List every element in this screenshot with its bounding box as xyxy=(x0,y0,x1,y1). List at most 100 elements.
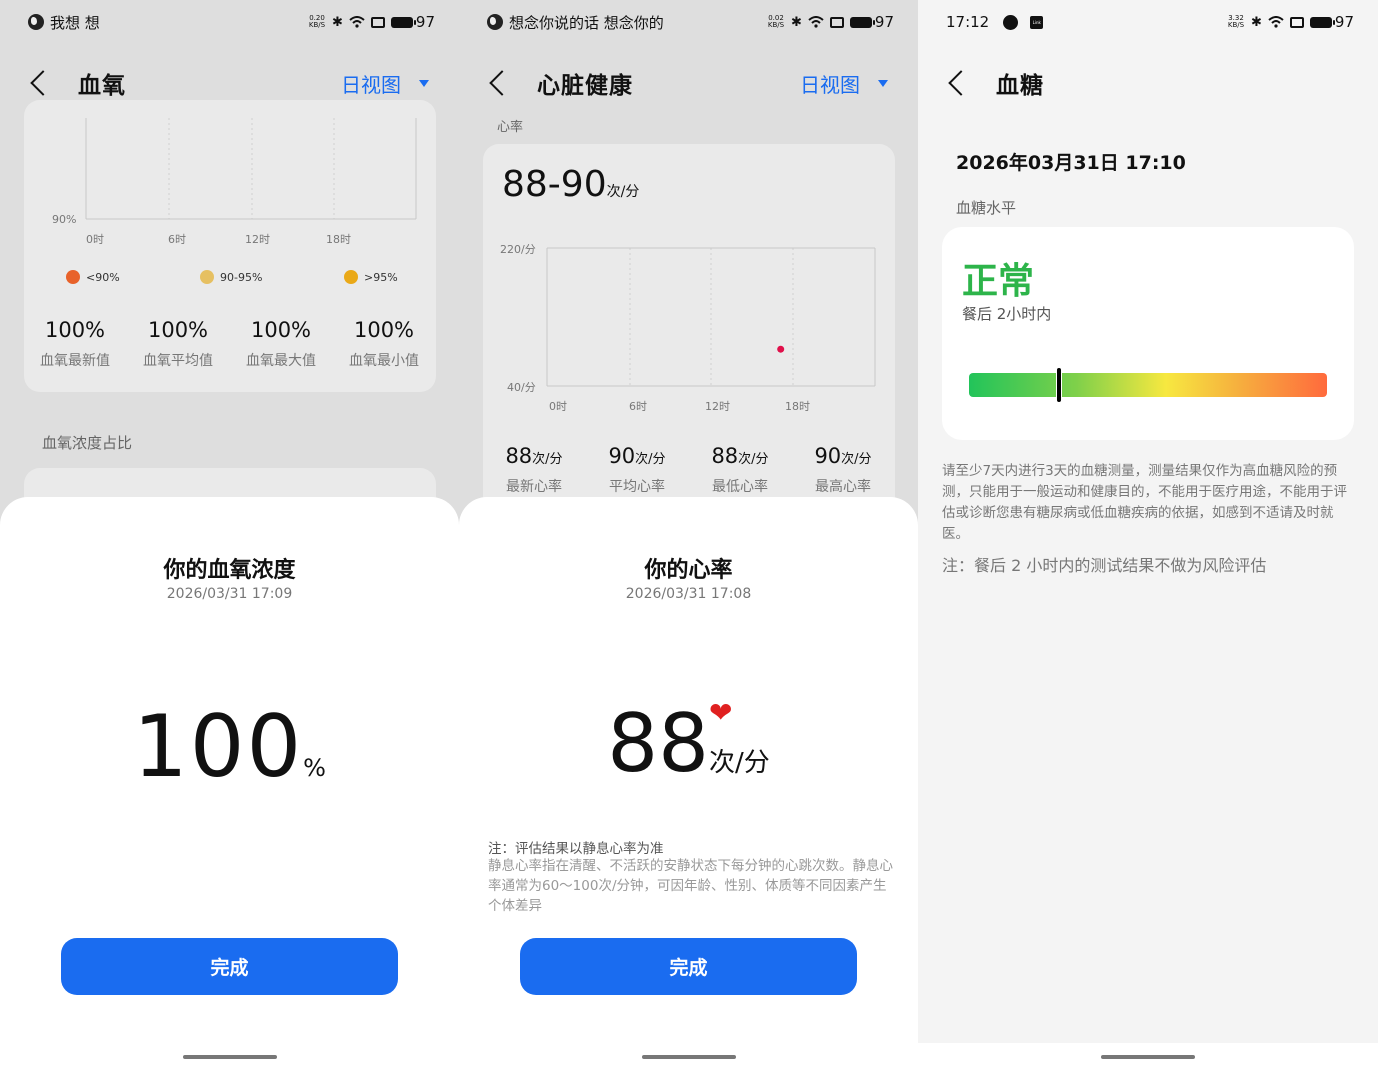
disclaimer-note: 请至少7天内进行3天的血糖测量，测量结果仅作为高血糖风险的预测，只能用于一般运动… xyxy=(942,463,1347,542)
battery-icon xyxy=(1309,16,1335,28)
x-tick-label: 18时 xyxy=(326,233,351,246)
stat-latest-hr: 88次/分 最新心率 xyxy=(505,444,563,495)
x-tick-label: 12时 xyxy=(245,233,270,246)
back-arrow-icon[interactable] xyxy=(30,70,56,96)
view-selector-label: 日视图 xyxy=(800,72,860,97)
y-axis-top-label: 220/分 xyxy=(500,243,536,256)
heart-rate-point xyxy=(777,345,785,353)
done-button[interactable]: 完成 xyxy=(61,938,398,995)
result-sheet: 你的血氧浓度 2026/03/31 17:09 100% 完成 xyxy=(0,497,459,1073)
result-subtitle: 餐后 2小时内 xyxy=(962,305,1052,323)
secondary-note: 注：餐后 2 小时内的测试结果不做为风险评估 xyxy=(942,556,1267,575)
net-speed: 3.32 KB/S xyxy=(1227,14,1245,29)
dropdown-arrow-icon xyxy=(878,79,888,87)
section-title: 血氧浓度占比 xyxy=(42,434,133,452)
wifi-icon xyxy=(808,16,824,28)
home-indicator[interactable] xyxy=(182,1055,277,1059)
result-sheet: 你的心率 2026/03/31 17:08 88 ❤ 次/分 注：评估结果以静息… xyxy=(459,497,918,1073)
stat-min: 100% 血氧最小值 xyxy=(349,318,419,369)
x-tick-label: 6时 xyxy=(168,233,186,246)
battery-icon xyxy=(849,16,875,28)
oxygen-value: 100 xyxy=(133,697,304,797)
x-tick-label: 6时 xyxy=(629,400,647,413)
sheet-title: 你的心率 xyxy=(644,558,733,583)
bottom-bar xyxy=(918,1043,1378,1073)
status-left-text: 想念你说的话 想念你的 xyxy=(509,13,664,32)
view-selector[interactable]: 日视图 xyxy=(800,69,888,98)
screen-cast-icon xyxy=(1289,16,1304,28)
bluetooth-icon: ✱ xyxy=(791,14,802,30)
page-header: 血糖 xyxy=(918,56,1378,110)
measurement-date: 2026年03月31日 17:10 xyxy=(956,152,1186,174)
page-title: 血氧 xyxy=(78,73,126,99)
oxygen-chart: 90% 0时 6时 12时 18时 xyxy=(52,118,417,246)
heart-rate-value: 88 xyxy=(607,697,710,790)
x-tick-label: 0时 xyxy=(86,233,104,246)
battery-icon xyxy=(390,16,416,28)
x-tick-label: 12时 xyxy=(705,400,730,413)
legend-dot xyxy=(200,270,214,284)
legend-item: 90-95% xyxy=(200,270,262,284)
legend-dot xyxy=(344,270,358,284)
heart-rate-card: 88-90次/分 220/分 40/分 0时 6时 12时 18时 88次/分 … xyxy=(483,144,895,524)
stat-average-hr: 90次/分 平均心率 xyxy=(608,444,666,495)
oxygen-chart-card: 90% 0时 6时 12时 18时 <90% 90-95% >95% 100% 血… xyxy=(24,100,436,392)
status-time: 17:12 xyxy=(946,13,990,31)
globe-icon xyxy=(487,14,503,30)
battery-indicator: 97 xyxy=(390,13,435,31)
section-title: 心率 xyxy=(497,120,524,135)
gauge-marker xyxy=(1055,367,1062,403)
screen-cast-icon xyxy=(829,16,844,28)
status-bar: 我想 想 0.20 KB/S ✱ 97 xyxy=(0,0,459,44)
wifi-icon xyxy=(349,16,365,28)
net-speed: 0.20 KB/S xyxy=(308,14,326,29)
blood-sugar-gauge xyxy=(969,367,1327,403)
blood-sugar-panel: 17:12 Link 3.32 KB/S ✱ 97 血糖 2026年03月31日 … xyxy=(918,0,1378,1073)
notification-dot-icon xyxy=(1003,14,1019,30)
home-indicator[interactable] xyxy=(641,1055,736,1059)
heart-rate-chart: 220/分 40/分 0时 6时 12时 18时 xyxy=(500,243,876,413)
x-tick-label: 18时 xyxy=(785,400,810,413)
net-speed: 0.02 KB/S xyxy=(767,14,785,29)
status-left-text: 我想 想 xyxy=(50,13,100,32)
stat-max-hr: 90次/分 最高心率 xyxy=(814,444,872,495)
note-title: 注：评估结果以静息心率为准 xyxy=(488,841,664,857)
wifi-icon xyxy=(1268,16,1284,28)
status-bar: 17:12 Link 3.32 KB/S ✱ 97 xyxy=(918,0,1378,44)
result-status: 正常 xyxy=(962,261,1035,302)
back-arrow-icon[interactable] xyxy=(948,70,974,96)
y-axis-label: 90% xyxy=(52,213,76,226)
stat-average: 100% 血氧平均值 xyxy=(143,318,213,369)
heart-icon: ❤ xyxy=(709,696,733,729)
view-selector-label: 日视图 xyxy=(341,72,401,97)
legend-item: >95% xyxy=(344,270,398,284)
battery-indicator: 97 xyxy=(1309,13,1354,31)
home-indicator[interactable] xyxy=(1101,1055,1195,1059)
heart-rate-range: 88-90次/分 xyxy=(502,164,640,205)
stat-latest: 100% 血氧最新值 xyxy=(40,318,110,369)
battery-indicator: 97 xyxy=(849,13,894,31)
view-selector[interactable]: 日视图 xyxy=(341,69,429,98)
sheet-title: 你的血氧浓度 xyxy=(163,558,296,583)
blood-sugar-card: 正常 餐后 2小时内 xyxy=(942,227,1354,440)
sheet-time: 2026/03/31 17:09 xyxy=(166,586,293,602)
legend-item: <90% xyxy=(66,270,120,284)
link-app-icon: Link xyxy=(1030,15,1044,29)
note-body: 静息心率指在清醒、不活跃的安静状态下每分钟的心跳次数。静息心率通常为60～100… xyxy=(488,858,893,914)
done-button[interactable]: 完成 xyxy=(520,938,857,995)
heart-health-panel: 想念你说的话 想念你的 0.02 KB/S ✱ 97 心脏健康 日视图 心率 88… xyxy=(459,0,918,1073)
stat-max: 100% 血氧最大值 xyxy=(246,318,316,369)
heart-rate-unit: 次/分 xyxy=(709,748,770,778)
legend-dot xyxy=(66,270,80,284)
bluetooth-icon: ✱ xyxy=(1251,14,1262,30)
back-arrow-icon[interactable] xyxy=(489,70,515,96)
stat-min-hr: 88次/分 最低心率 xyxy=(711,444,769,495)
y-axis-bottom-label: 40/分 xyxy=(507,381,536,394)
oxygen-unit: % xyxy=(303,754,326,782)
page-title: 血糖 xyxy=(996,73,1044,99)
bluetooth-icon: ✱ xyxy=(332,14,343,30)
blood-oxygen-panel: 我想 想 0.20 KB/S ✱ 97 血氧 日视图 90% 0时 6时 12时… xyxy=(0,0,459,1073)
oxygen-value-display: 100% xyxy=(0,697,459,797)
x-tick-label: 0时 xyxy=(549,400,567,413)
page-title: 心脏健康 xyxy=(537,73,633,99)
